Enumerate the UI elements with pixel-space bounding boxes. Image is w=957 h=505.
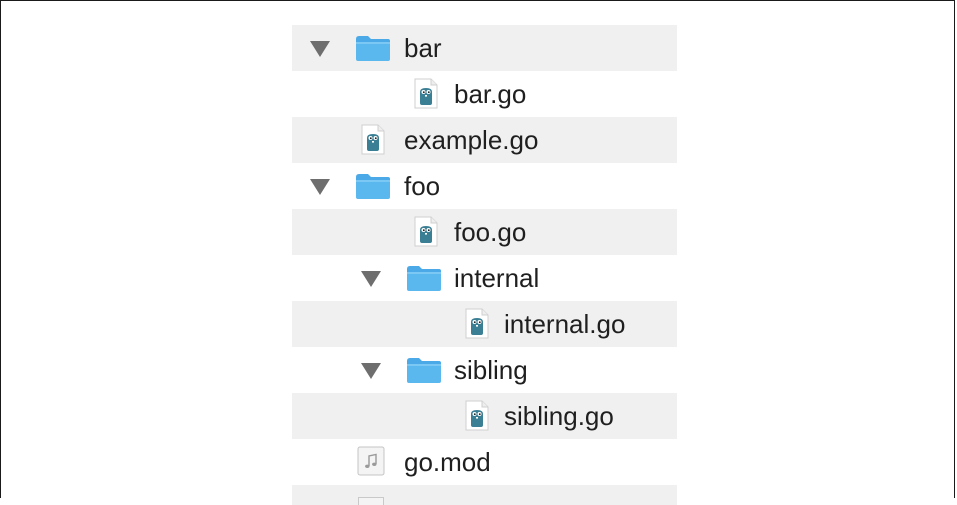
go-file-icon xyxy=(465,400,489,431)
tree-row-partial xyxy=(292,485,677,505)
tree-row-go-mod[interactable]: go.mod xyxy=(292,439,677,485)
disclosure-triangle-icon[interactable] xyxy=(361,271,381,287)
tree-item-label: sibling xyxy=(454,355,528,385)
disclosure-triangle-icon[interactable] xyxy=(361,363,381,379)
music-file-icon xyxy=(357,446,385,476)
tree-item-label: go.mod xyxy=(404,447,491,477)
tree-row-bar[interactable]: bar xyxy=(292,25,677,71)
tree-row-bar-go[interactable]: bar.go xyxy=(292,71,677,117)
tree-item-label: sibling.go xyxy=(504,401,614,431)
tree-item-label: example.go xyxy=(404,125,539,155)
go-file-icon xyxy=(414,78,438,109)
folder-icon xyxy=(407,358,441,383)
tree-item-label: internal xyxy=(454,263,540,293)
go-file-icon xyxy=(361,124,385,155)
tree-row-internal[interactable]: internal xyxy=(292,255,677,301)
tree-row-sibling[interactable]: sibling xyxy=(292,347,677,393)
file-tree: bar bar.go example.go foo foo.go interna… xyxy=(292,25,677,505)
tree-item-label: foo.go xyxy=(454,217,527,247)
folder-icon xyxy=(356,36,390,61)
tree-item-label: internal.go xyxy=(504,309,626,339)
tree-row-example-go[interactable]: example.go xyxy=(292,117,677,163)
tree-item-label: bar xyxy=(404,33,442,63)
tree-row-internal-go[interactable]: internal.go xyxy=(292,301,677,347)
disclosure-triangle-icon[interactable] xyxy=(310,41,330,57)
window-frame: bar bar.go example.go foo foo.go interna… xyxy=(0,0,955,505)
tree-item-label: bar.go xyxy=(454,79,527,109)
tree-item-label: foo xyxy=(404,171,441,201)
folder-icon xyxy=(407,266,441,291)
tree-row-sibling-go[interactable]: sibling.go xyxy=(292,393,677,439)
tree-row-foo-go[interactable]: foo.go xyxy=(292,209,677,255)
go-file-icon xyxy=(414,216,438,247)
folder-icon xyxy=(356,174,390,199)
go-file-icon xyxy=(465,308,489,339)
tree-row-foo[interactable]: foo xyxy=(292,163,677,209)
disclosure-triangle-icon[interactable] xyxy=(310,179,330,195)
file-icon xyxy=(358,497,384,505)
